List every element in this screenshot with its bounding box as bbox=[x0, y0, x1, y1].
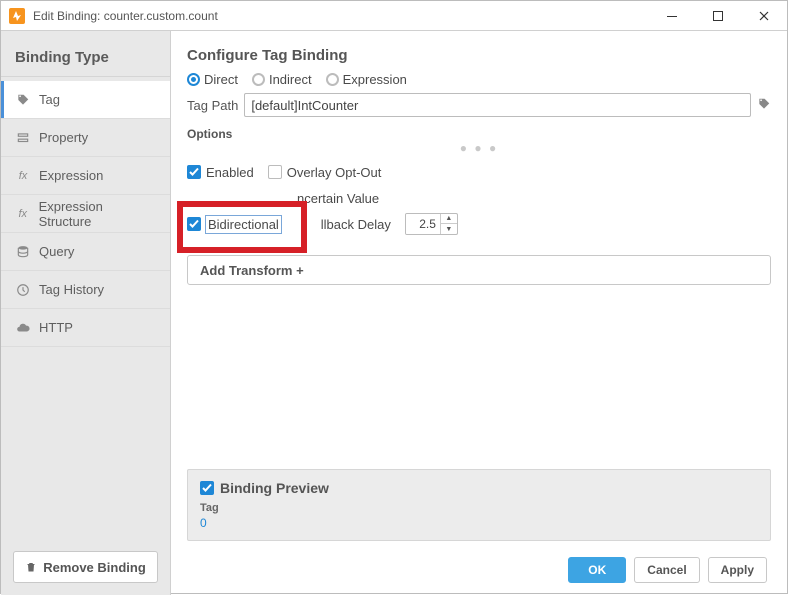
radio-label: Direct bbox=[204, 72, 238, 87]
radio-icon bbox=[326, 73, 339, 86]
dialog-footer: OK Cancel Apply bbox=[187, 549, 771, 595]
binding-mode-row: Direct Indirect Expression bbox=[187, 72, 771, 87]
tag-browse-icon[interactable] bbox=[757, 97, 771, 114]
drag-handle-icon[interactable]: ● ● ● bbox=[187, 141, 771, 155]
checkbox-enabled[interactable]: Enabled bbox=[187, 165, 254, 180]
fallback-delay-input[interactable] bbox=[406, 214, 440, 234]
add-transform-button[interactable]: Add Transform + bbox=[187, 255, 771, 285]
maximize-icon bbox=[713, 11, 723, 21]
trash-icon bbox=[25, 561, 37, 573]
spinner-down-button[interactable]: ▼ bbox=[441, 224, 457, 234]
radio-expression[interactable]: Expression bbox=[326, 72, 407, 87]
window-minimize-button[interactable] bbox=[649, 1, 695, 31]
options-grid: Enabled Overlay Opt-Out ncertain Value B… bbox=[187, 159, 771, 237]
fx-icon: fx bbox=[15, 206, 31, 222]
sidebar-item-label: Tag History bbox=[39, 282, 104, 297]
sidebar-item-label: Query bbox=[39, 244, 74, 259]
radio-icon bbox=[252, 73, 265, 86]
sidebar-item-expression[interactable]: fx Expression bbox=[1, 157, 170, 195]
preview-title: Binding Preview bbox=[220, 480, 329, 496]
tag-path-input[interactable] bbox=[244, 93, 751, 117]
window-maximize-button[interactable] bbox=[695, 1, 741, 31]
window-titlebar: Edit Binding: counter.custom.count bbox=[1, 1, 787, 31]
sidebar-item-label: Tag bbox=[39, 92, 60, 107]
preview-value: 0 bbox=[200, 516, 758, 530]
sidebar-item-label: Expression Structure bbox=[39, 199, 156, 229]
sidebar-item-tag[interactable]: Tag bbox=[1, 81, 170, 119]
radio-direct[interactable]: Direct bbox=[187, 72, 238, 87]
fx-icon: fx bbox=[15, 168, 31, 184]
sidebar-item-expression-structure[interactable]: fx Expression Structure bbox=[1, 195, 170, 233]
sidebar-item-label: Expression bbox=[39, 168, 103, 183]
add-transform-label: Add Transform + bbox=[200, 263, 304, 278]
tag-icon bbox=[15, 92, 31, 108]
fallback-delay-spinner[interactable]: ▲ ▼ bbox=[405, 213, 458, 235]
window-title: Edit Binding: counter.custom.count bbox=[33, 9, 218, 23]
tag-path-label: Tag Path bbox=[187, 98, 238, 113]
radio-label: Expression bbox=[343, 72, 407, 87]
options-label: Options bbox=[187, 127, 771, 141]
binding-type-nav: Tag Property fx Expression fx Expression… bbox=[1, 77, 170, 347]
remove-binding-label: Remove Binding bbox=[43, 560, 146, 575]
main-panel: Configure Tag Binding Direct Indirect Ex… bbox=[171, 31, 787, 595]
checkbox-label: Enabled bbox=[206, 165, 254, 180]
remove-binding-button[interactable]: Remove Binding bbox=[13, 551, 158, 583]
fallback-delay-label-fragment: llback Delay bbox=[321, 217, 391, 232]
window-close-button[interactable] bbox=[741, 1, 787, 31]
sidebar: Binding Type Tag Property fx Expression … bbox=[1, 31, 171, 595]
checkbox-bidirectional[interactable]: Bidirectional bbox=[187, 216, 281, 233]
checkbox-binding-preview[interactable] bbox=[200, 481, 214, 495]
minimize-icon bbox=[667, 11, 677, 21]
ok-button[interactable]: OK bbox=[568, 557, 626, 583]
radio-icon bbox=[187, 73, 200, 86]
spinner-up-button[interactable]: ▲ bbox=[441, 214, 457, 224]
main-heading: Configure Tag Binding bbox=[187, 47, 771, 64]
radio-label: Indirect bbox=[269, 72, 312, 87]
clock-icon bbox=[15, 282, 31, 298]
apply-button[interactable]: Apply bbox=[708, 557, 767, 583]
tag-path-row: Tag Path bbox=[187, 93, 771, 117]
database-icon bbox=[15, 244, 31, 260]
radio-indirect[interactable]: Indirect bbox=[252, 72, 312, 87]
preview-sublabel: Tag bbox=[200, 502, 758, 514]
sidebar-item-http[interactable]: HTTP bbox=[1, 309, 170, 347]
checkbox-overlay-opt-out[interactable]: Overlay Opt-Out bbox=[268, 165, 382, 180]
sidebar-item-label: Property bbox=[39, 130, 88, 145]
close-icon bbox=[759, 11, 769, 21]
cloud-icon bbox=[15, 320, 31, 336]
sidebar-heading: Binding Type bbox=[1, 31, 170, 77]
sidebar-item-label: HTTP bbox=[39, 320, 73, 335]
sidebar-item-property[interactable]: Property bbox=[1, 119, 170, 157]
cancel-button[interactable]: Cancel bbox=[634, 557, 699, 583]
sidebar-item-tag-history[interactable]: Tag History bbox=[1, 271, 170, 309]
uncertain-value-label-fragment: ncertain Value bbox=[297, 191, 379, 206]
property-icon bbox=[15, 130, 31, 146]
sidebar-item-query[interactable]: Query bbox=[1, 233, 170, 271]
checkbox-label: Bidirectional bbox=[206, 216, 281, 233]
binding-preview-panel: Binding Preview Tag 0 bbox=[187, 469, 771, 541]
app-icon bbox=[9, 8, 25, 24]
checkbox-label: Overlay Opt-Out bbox=[287, 165, 382, 180]
